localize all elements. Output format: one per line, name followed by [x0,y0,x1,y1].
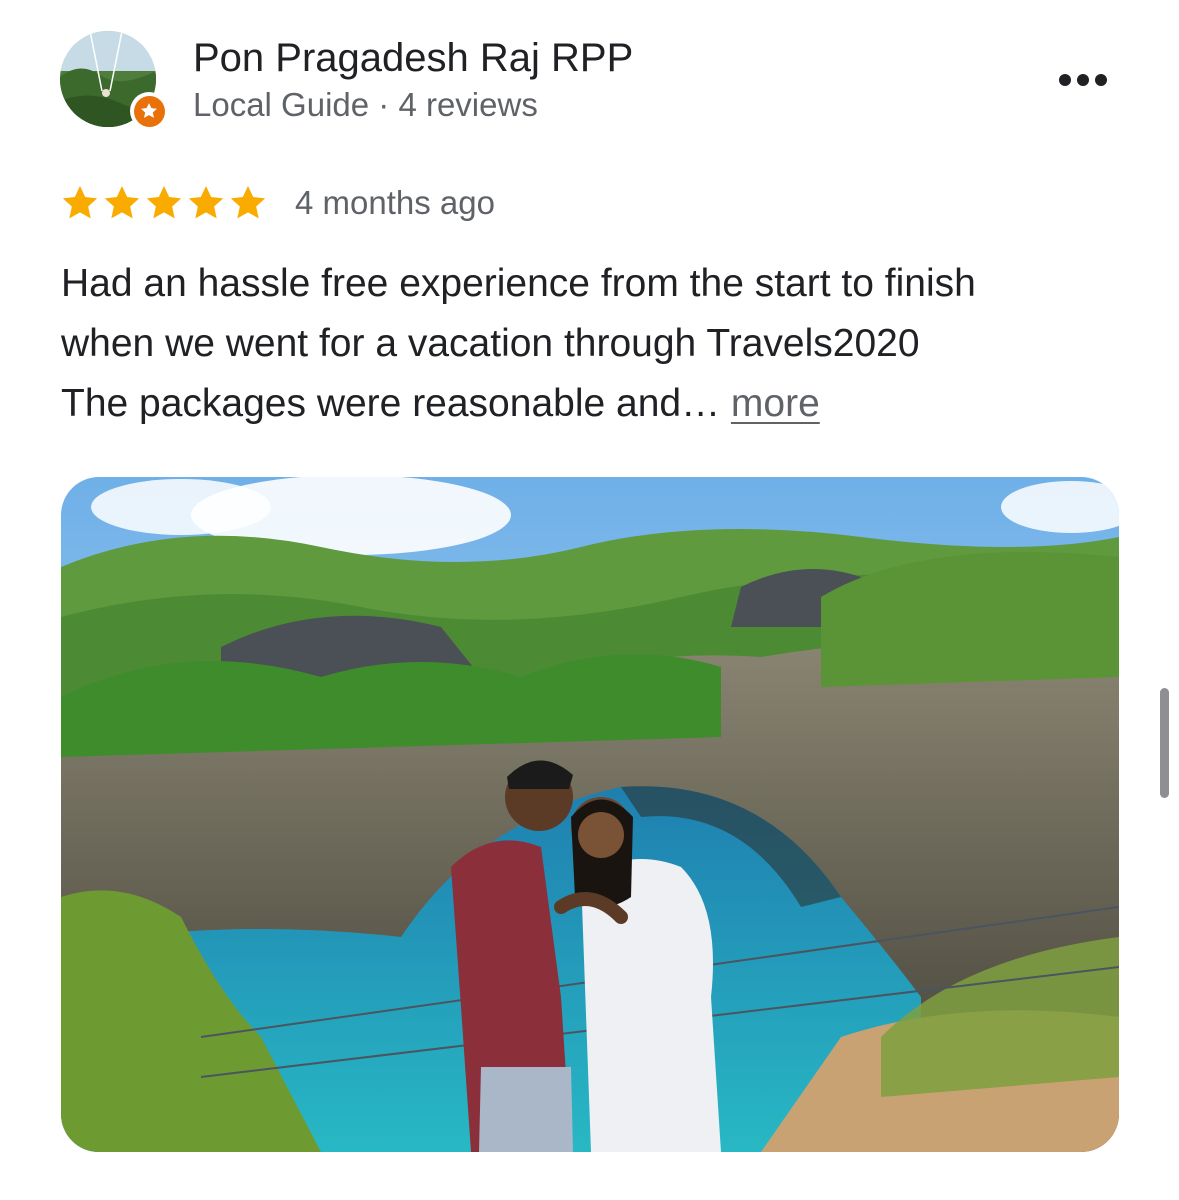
review-text-truncated: The packages were reasonable and… [61,382,731,425]
star-icon [146,186,182,219]
reviewer-meta[interactable]: Local Guide · 4 reviews [193,83,538,127]
reviewer-name[interactable]: Pon Pragadesh Raj RPP [193,34,633,82]
more-horizontal-icon [1059,74,1107,86]
review-photo-image [61,477,1119,1152]
star-icon [62,186,98,219]
star-icon [188,186,224,219]
local-guide-star-icon [141,103,157,118]
review-text-line: The packages were reasonable and… more [61,374,1121,434]
local-guide-badge [130,92,168,130]
review-text-line: Had an hassle free experience from the s… [61,262,976,305]
review-text: Had an hassle free experience from the s… [61,254,1121,434]
scrollbar-thumb[interactable] [1160,688,1169,798]
review-photo[interactable] [61,477,1119,1152]
star-icon [230,186,266,219]
star-icon [104,186,140,219]
star-rating [60,183,268,225]
more-link[interactable]: more [731,382,820,425]
review-date: 4 months ago [295,184,495,221]
review-text-line: when we went for a vacation through Trav… [61,322,920,365]
more-options-button[interactable] [1048,60,1118,100]
